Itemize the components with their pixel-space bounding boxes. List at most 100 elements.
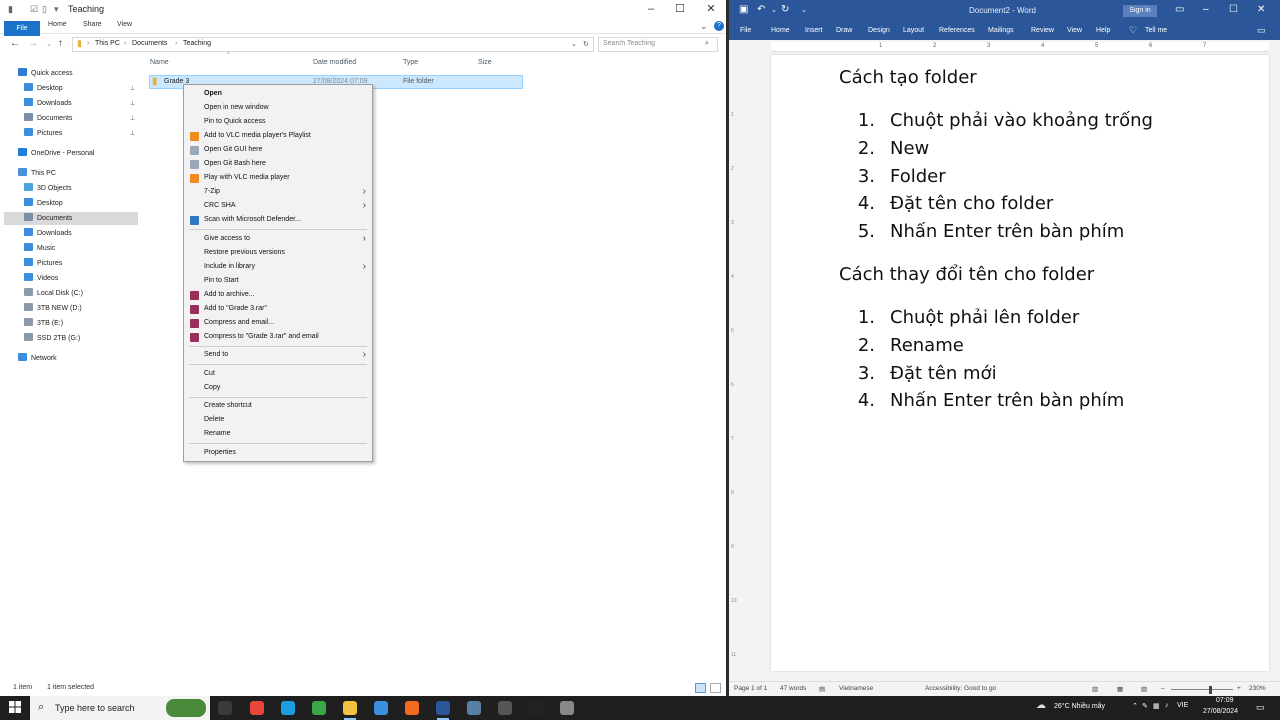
sidebar-item-quick-access[interactable]: Quick access xyxy=(18,67,120,80)
minimize-button[interactable]: – xyxy=(1203,4,1209,15)
sidebar-item-documents[interactable]: Documents xyxy=(24,112,120,125)
chrome-icon[interactable] xyxy=(250,701,264,715)
chevron-up-icon[interactable]: ⌃ xyxy=(1132,702,1138,710)
sidebar-item-desktop[interactable]: Desktop xyxy=(24,197,120,210)
column-date-modified[interactable]: Date modified xyxy=(313,59,356,66)
tab-home[interactable]: Home xyxy=(771,27,790,34)
sidebar-item-videos[interactable]: Videos xyxy=(24,272,120,285)
menu-item-open-git-bash-here[interactable]: Open Git Bash here xyxy=(184,157,372,171)
settings-icon[interactable] xyxy=(498,701,512,715)
menu-item-add-to-grade-3-rar[interactable]: Add to "Grade 3.rar" xyxy=(184,302,372,316)
tab-review[interactable]: Review xyxy=(1031,27,1054,34)
undo-icon[interactable]: ↶ xyxy=(757,4,765,15)
address-bar[interactable]: ▮ › This PC › Documents › Teaching ⌄ ↻ xyxy=(72,37,594,52)
menu-item-compress-and-email[interactable]: Compress and email... xyxy=(184,316,372,330)
sidebar-item-onedrive-personal[interactable]: OneDrive - Personal xyxy=(18,147,120,160)
new-folder-icon[interactable]: ▯ xyxy=(42,4,47,15)
menu-item-open[interactable]: Open xyxy=(184,87,372,101)
breadcrumb-this-pc[interactable]: This PC xyxy=(95,40,120,47)
pen-icon[interactable]: ✎ xyxy=(1142,702,1148,710)
menu-item-pin-to-start[interactable]: Pin to Start xyxy=(184,274,372,288)
sidebar-item-music[interactable]: Music xyxy=(24,242,120,255)
clock-time[interactable]: 07:09 xyxy=(1216,697,1234,704)
edge-icon[interactable] xyxy=(281,701,295,715)
tab-layout[interactable]: Layout xyxy=(903,27,924,34)
column-size[interactable]: Size xyxy=(478,59,492,66)
windows-start-icon[interactable] xyxy=(9,701,21,713)
help-icon[interactable]: ? xyxy=(714,21,724,31)
refresh-icon[interactable]: ↻ xyxy=(583,40,589,48)
ribbon-display-icon[interactable]: ▭ xyxy=(1175,4,1184,15)
firefox-icon[interactable] xyxy=(405,701,419,715)
menu-item-play-with-vlc-media-player[interactable]: Play with VLC media player xyxy=(184,171,372,185)
menu-item-give-access-to[interactable]: Give access to › xyxy=(184,232,372,246)
minimize-button[interactable]: – xyxy=(636,0,666,19)
save-icon[interactable]: ▣ xyxy=(739,4,748,15)
menu-item-copy[interactable]: Copy xyxy=(184,381,372,395)
menu-item-add-to-archive[interactable]: Add to archive... xyxy=(184,288,372,302)
task-view-icon[interactable] xyxy=(218,701,232,715)
app-icon[interactable] xyxy=(467,701,481,715)
sidebar-item-network[interactable]: Network xyxy=(18,352,120,365)
maximize-button[interactable]: ☐ xyxy=(1229,4,1238,15)
menu-item-7-zip[interactable]: 7-Zip › xyxy=(184,185,372,199)
close-button[interactable]: ✕ xyxy=(1257,4,1265,15)
zoom-slider[interactable] xyxy=(1171,689,1233,690)
menu-item-add-to-vlc-media-player-s-playlist[interactable]: Add to VLC media player's Playlist xyxy=(184,129,372,143)
taskbar-search-input[interactable]: ⌕ Type here to search xyxy=(30,696,210,720)
proofing-icon[interactable]: ▤ xyxy=(819,685,825,693)
input-language[interactable]: VIE xyxy=(1177,702,1188,709)
tab-share[interactable]: Share xyxy=(83,21,102,28)
sidebar-item-documents[interactable]: Documents xyxy=(4,212,138,225)
accessibility-status[interactable]: Accessibility: Good to go xyxy=(925,685,996,692)
up-icon[interactable]: ↑ xyxy=(58,38,63,49)
sidebar-item-pictures[interactable]: Pictures xyxy=(24,127,120,140)
back-icon[interactable]: ← xyxy=(10,38,20,49)
menu-item-include-in-library[interactable]: Include in library › xyxy=(184,260,372,274)
forward-icon[interactable]: → xyxy=(28,38,38,49)
zoom-in-icon[interactable]: + xyxy=(1237,685,1241,692)
greenshot-icon[interactable] xyxy=(312,701,326,715)
redo-icon[interactable]: ↻ xyxy=(781,4,789,15)
word-count[interactable]: 47 words xyxy=(780,685,806,692)
app2-icon[interactable] xyxy=(560,701,574,715)
chevron-down-icon[interactable]: ⌄ xyxy=(700,21,708,32)
notifications-icon[interactable]: ▭ xyxy=(1256,702,1265,713)
zoom-level[interactable]: 230% xyxy=(1249,685,1266,692)
sidebar-item-downloads[interactable]: Downloads xyxy=(24,97,120,110)
menu-item-create-shortcut[interactable]: Create shortcut xyxy=(184,399,372,413)
network-icon[interactable]: ▦ xyxy=(1153,702,1160,710)
file-explorer-icon[interactable] xyxy=(343,701,357,720)
chevron-down-icon[interactable]: ⌄ xyxy=(46,40,52,48)
sidebar-item-downloads[interactable]: Downloads xyxy=(24,227,120,240)
search-input[interactable]: Search Teaching ⌕ xyxy=(598,37,718,52)
tab-view[interactable]: View xyxy=(1067,27,1082,34)
tab-help[interactable]: Help xyxy=(1096,27,1110,34)
sidebar-item-local-disk-c[interactable]: Local Disk (C:) xyxy=(24,287,120,300)
menu-item-cut[interactable]: Cut xyxy=(184,367,372,381)
comments-icon[interactable]: ▭ xyxy=(1257,25,1266,36)
chevron-down-icon[interactable]: ⌄ xyxy=(571,40,577,48)
properties-icon[interactable]: ☑ xyxy=(30,4,38,15)
tab-home[interactable]: Home xyxy=(48,21,67,28)
breadcrumb-teaching[interactable]: Teaching xyxy=(183,40,211,47)
menu-item-rename[interactable]: Rename xyxy=(184,427,372,441)
sidebar-item-3tb-new-d[interactable]: 3TB NEW (D:) xyxy=(24,302,120,315)
large-icons-view-icon[interactable] xyxy=(710,683,721,693)
maximize-button[interactable]: ☐ xyxy=(665,0,695,19)
sidebar-item-this-pc[interactable]: This PC xyxy=(18,167,120,180)
store-icon[interactable] xyxy=(374,701,388,715)
details-view-icon[interactable] xyxy=(695,683,706,693)
column-name[interactable]: Name xyxy=(150,59,169,66)
menu-item-pin-to-quick-access[interactable]: Pin to Quick access xyxy=(184,115,372,129)
tab-file[interactable]: File xyxy=(740,27,751,34)
tab-design[interactable]: Design xyxy=(868,27,890,34)
clock-date[interactable]: 27/08/2024 xyxy=(1203,708,1238,715)
breadcrumb-documents[interactable]: Documents xyxy=(132,40,167,47)
tell-me-search[interactable]: Tell me xyxy=(1145,27,1167,34)
menu-item-open-in-new-window[interactable]: Open in new window xyxy=(184,101,372,115)
menu-item-open-git-gui-here[interactable]: Open Git GUI here xyxy=(184,143,372,157)
sign-in-button[interactable]: Sign in xyxy=(1123,5,1157,17)
sidebar-item-pictures[interactable]: Pictures xyxy=(24,257,120,270)
weather-text[interactable]: 26°C Nhiều mây xyxy=(1054,703,1105,710)
